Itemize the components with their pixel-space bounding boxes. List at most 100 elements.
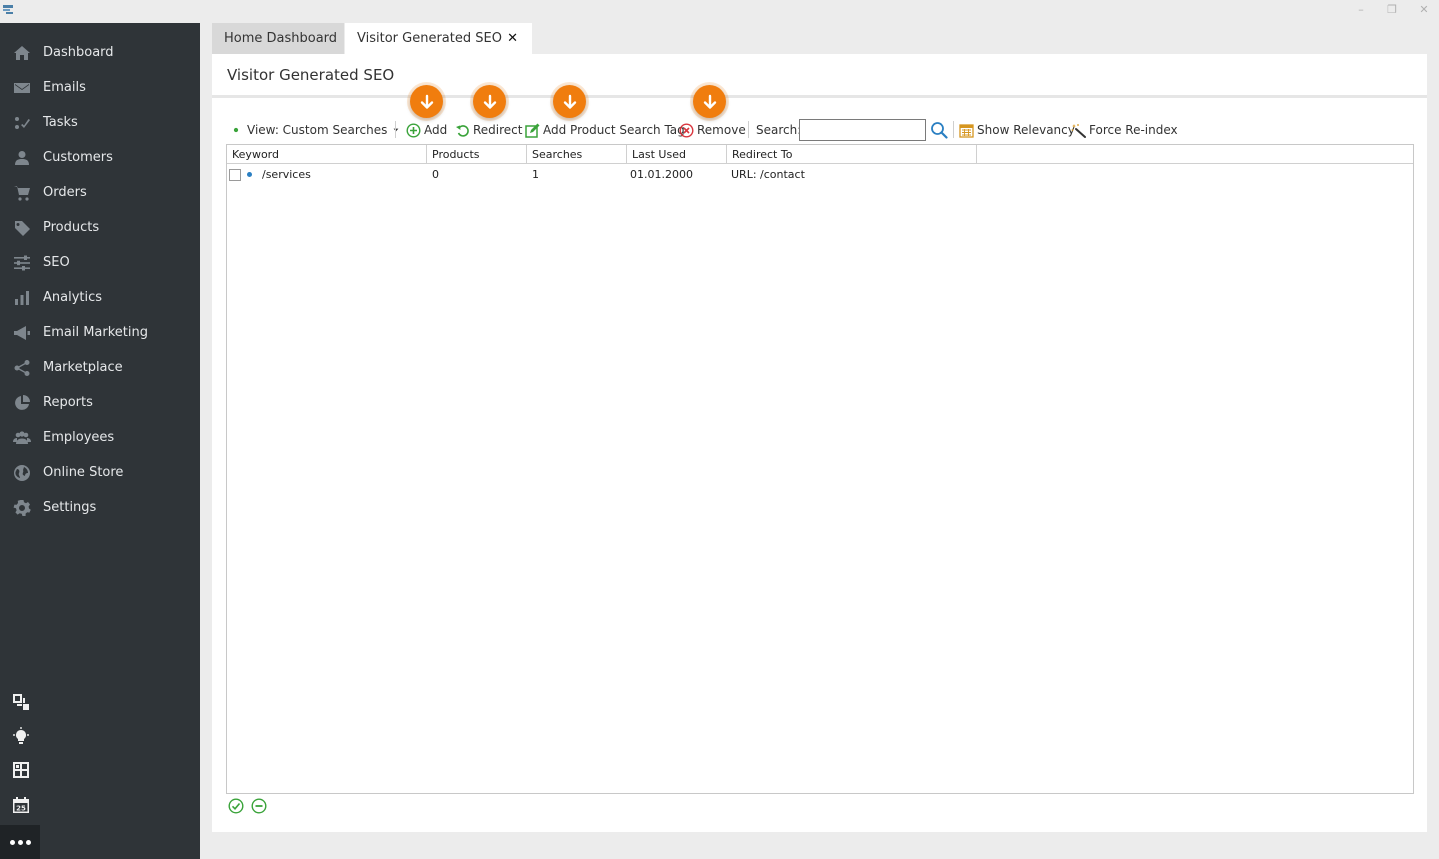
force-reindex-label: Force Re-index — [1089, 123, 1178, 137]
toolbar: View: Custom Searches Add Redirect Add P… — [212, 118, 1427, 142]
table-row[interactable]: /services 0 1 01.01.2000 URL: /contact — [227, 165, 1413, 185]
more-button[interactable] — [0, 825, 40, 859]
sidebar-item-analytics[interactable]: Analytics — [0, 280, 200, 315]
sidebar-item-dashboard[interactable]: Dashboard — [0, 35, 200, 70]
column-header-last-used[interactable]: Last Used — [627, 145, 727, 164]
remove-button[interactable]: Remove — [679, 122, 746, 138]
tab-label: Home Dashboard — [224, 31, 338, 46]
arrow-down-icon — [563, 94, 576, 109]
cell-searches: 1 — [532, 168, 539, 181]
column-header-redirect-to[interactable]: Redirect To — [727, 145, 977, 164]
share-icon — [12, 358, 32, 378]
sidebar-item-label: Employees — [43, 430, 115, 445]
calendar-button[interactable]: 25 — [10, 794, 32, 816]
toolbar-separator — [748, 121, 749, 138]
lightbulb-button[interactable] — [10, 725, 32, 747]
remove-label: Remove — [697, 123, 746, 137]
row-checkbox[interactable] — [229, 169, 241, 181]
restore-button[interactable]: ❐ — [1386, 4, 1398, 16]
tab-home-dashboard[interactable]: Home Dashboard — [212, 23, 344, 54]
confirm-circle-icon[interactable] — [228, 798, 244, 814]
calendar-icon: 25 — [13, 797, 29, 813]
show-relevancy-button[interactable]: Show Relevancy — [959, 122, 1075, 138]
minus-circle-icon[interactable] — [251, 798, 267, 814]
pie-chart-icon — [12, 393, 32, 413]
edit-note-icon — [525, 123, 540, 138]
redirect-button[interactable]: Redirect — [455, 122, 523, 138]
keyword-grid: Keyword Products Searches Last Used Redi… — [226, 144, 1414, 794]
sidebar-item-label: Marketplace — [43, 360, 123, 375]
show-relevancy-label: Show Relevancy — [977, 123, 1075, 137]
caret-down-icon — [393, 128, 399, 132]
cell-keyword: /services — [262, 168, 311, 181]
grid-header: Keyword Products Searches Last Used Redi… — [227, 145, 1413, 164]
main-panel: Visitor Generated SEO View: Custom Searc… — [212, 54, 1427, 832]
megaphone-icon — [12, 323, 32, 343]
bar-chart-icon — [12, 288, 32, 308]
minimize-button[interactable]: – — [1355, 4, 1367, 16]
gear-icon — [12, 498, 32, 518]
status-dot-icon — [233, 127, 239, 133]
search-input[interactable] — [799, 119, 926, 141]
sidebar-item-products[interactable]: Products — [0, 210, 200, 245]
title-bar: – ❐ ✕ — [0, 0, 1439, 23]
view-dropdown[interactable]: View: Custom Searches — [232, 122, 403, 138]
add-button[interactable]: Add — [406, 122, 447, 138]
sidebar-item-marketplace[interactable]: Marketplace — [0, 350, 200, 385]
search-label: Search: — [756, 123, 802, 137]
sidebar-item-label: Orders — [43, 185, 87, 200]
windows-button[interactable] — [10, 691, 32, 713]
tasks-icon — [12, 113, 32, 133]
windows-icon — [13, 694, 29, 710]
sidebar-item-settings[interactable]: Settings — [0, 490, 200, 525]
cell-products: 0 — [432, 168, 439, 181]
user-icon — [12, 148, 32, 168]
magic-wand-icon — [1071, 123, 1086, 138]
more-dots-icon — [9, 839, 15, 845]
force-reindex-button[interactable]: Force Re-index — [1071, 122, 1178, 138]
sidebar-item-email-marketing[interactable]: Email Marketing — [0, 315, 200, 350]
sidebar-item-seo[interactable]: SEO — [0, 245, 200, 280]
sidebar-item-tasks[interactable]: Tasks — [0, 105, 200, 140]
tab-visitor-generated-seo[interactable]: Visitor Generated SEO ✕ — [345, 23, 532, 54]
add-circle-icon — [406, 122, 421, 138]
sidebar: Dashboard Emails Tasks Customers Orders … — [0, 23, 200, 859]
calendar-day: 25 — [16, 805, 26, 813]
close-window-button[interactable]: ✕ — [1418, 4, 1430, 16]
search-icon[interactable] — [930, 121, 948, 139]
globe-icon — [12, 463, 32, 483]
sidebar-item-reports[interactable]: Reports — [0, 385, 200, 420]
layout-icon — [13, 762, 29, 778]
sidebar-item-customers[interactable]: Customers — [0, 140, 200, 175]
grid-footer — [226, 794, 1414, 820]
remove-marker — [693, 85, 726, 118]
column-header-searches[interactable]: Searches — [527, 145, 627, 164]
sidebar-item-label: Tasks — [43, 115, 78, 130]
sidebar-item-employees[interactable]: Employees — [0, 420, 200, 455]
sidebar-item-label: Dashboard — [43, 45, 114, 60]
view-label: View: Custom Searches — [247, 123, 388, 137]
row-status-dot — [247, 172, 252, 177]
sidebar-item-emails[interactable]: Emails — [0, 70, 200, 105]
column-header-keyword[interactable]: Keyword — [227, 145, 427, 164]
minimize-icon: – — [1358, 3, 1364, 16]
sidebar-item-label: Settings — [43, 500, 97, 515]
sidebar-item-label: Analytics — [43, 290, 103, 305]
home-icon — [12, 43, 32, 63]
sidebar-item-label: Customers — [43, 150, 113, 165]
layout-button[interactable] — [10, 759, 32, 781]
sidebar-item-label: Products — [43, 220, 100, 235]
calendar-grid-icon — [959, 123, 974, 138]
arrow-down-icon — [483, 94, 496, 109]
page-title: Visitor Generated SEO — [227, 66, 395, 84]
close-icon: ✕ — [1419, 3, 1429, 16]
sidebar-item-online-store[interactable]: Online Store — [0, 455, 200, 490]
undo-arrow-icon — [456, 124, 469, 137]
column-header-products[interactable]: Products — [427, 145, 527, 164]
tab-close-button[interactable]: ✕ — [507, 31, 518, 46]
sidebar-item-label: Emails — [43, 80, 86, 95]
redirect-label: Redirect — [473, 123, 523, 137]
sidebar-item-orders[interactable]: Orders — [0, 175, 200, 210]
sidebar-item-label: Online Store — [43, 465, 124, 480]
add-product-search-tag-button[interactable]: Add Product Search Tag — [525, 122, 685, 138]
